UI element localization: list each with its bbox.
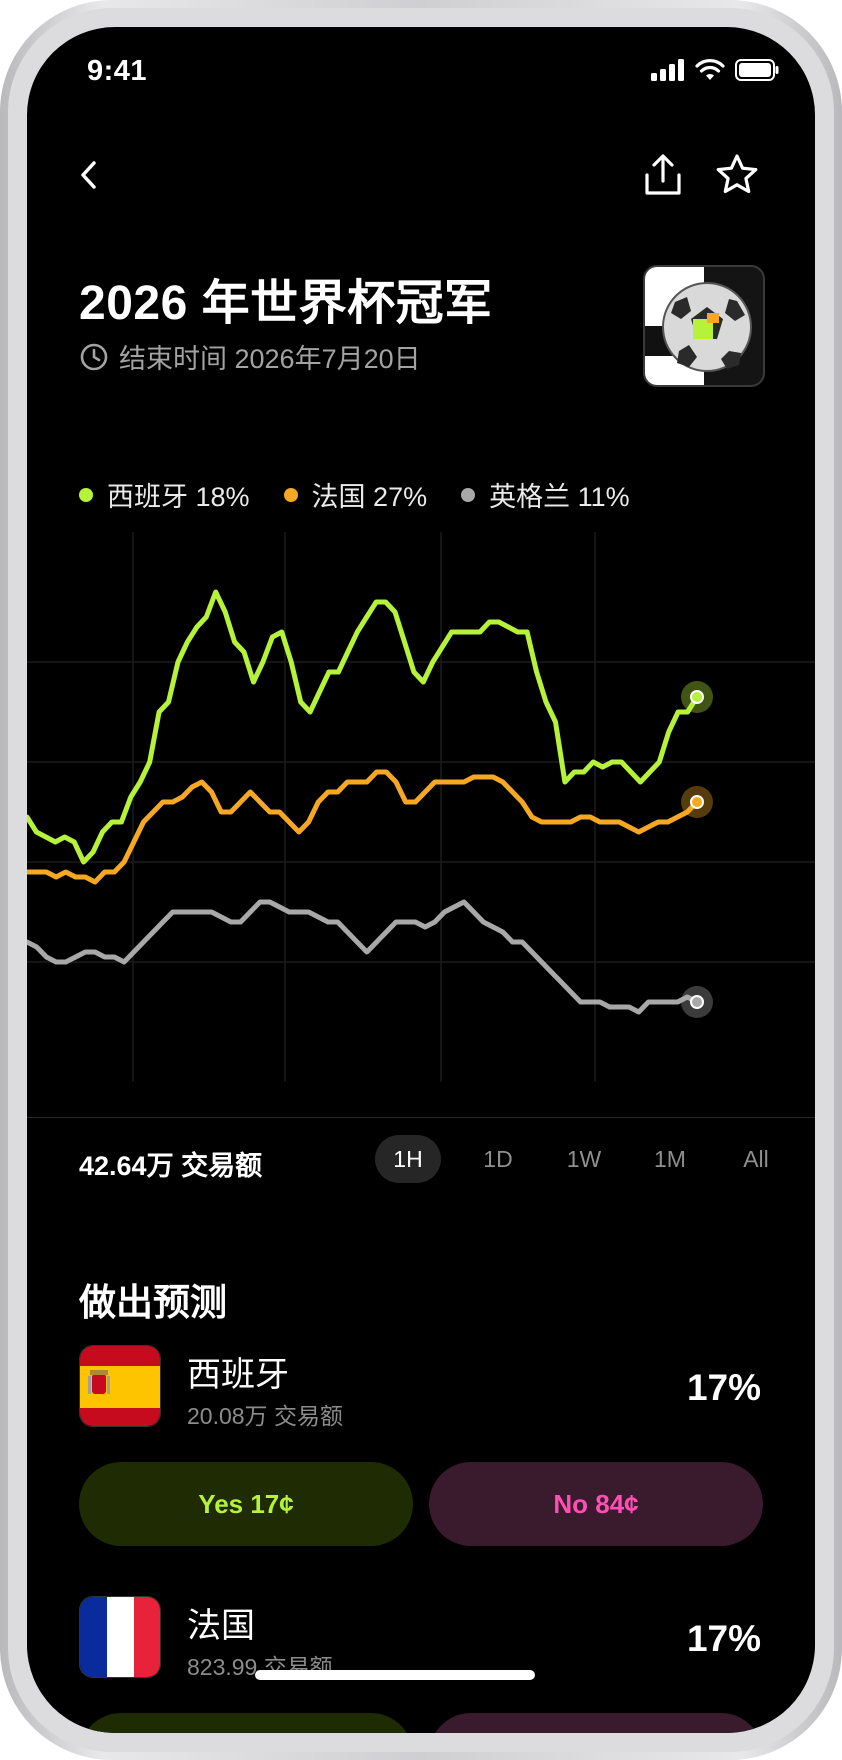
france-flag-image (80, 1597, 160, 1677)
phone-screen: 9:41 2026 年世界杯冠军 结束时间 2026年7月20日 西班牙 18%… (27, 27, 815, 1733)
status-bar: 9:41 (27, 27, 815, 127)
market-percent: 17% (686, 1367, 761, 1408)
page-title: 2026 年世界杯冠军 (79, 277, 493, 330)
series-line (27, 899, 700, 1015)
legend-dot (79, 487, 93, 502)
legend-label: 英格兰 11% (489, 482, 630, 512)
price-chart[interactable] (27, 532, 815, 1102)
legend-label: 法国 27% (311, 482, 428, 512)
chart-legend: 西班牙 18% 法国 27% 英格兰 11% (79, 475, 630, 514)
yes-button[interactable]: Yes 17¢ (79, 1462, 413, 1546)
spain-flag-image (80, 1346, 160, 1426)
divider (27, 1117, 815, 1118)
star-icon (716, 154, 758, 194)
status-icons (651, 59, 779, 81)
back-button[interactable] (59, 145, 119, 205)
clock-icon (80, 343, 108, 370)
end-date-row: 结束时间 2026年7月20日 (79, 337, 421, 376)
series-endpoint (690, 690, 704, 704)
section-title: 做出预测 (79, 1282, 227, 1323)
wifi-icon (695, 59, 725, 80)
spain-flag (79, 1345, 161, 1427)
end-date-label: 结束时间 2026年7月20日 (119, 344, 421, 374)
legend-dot (283, 487, 298, 502)
market-percent: 17% (686, 1618, 761, 1659)
series-endpoint (690, 995, 704, 1009)
range-all[interactable]: All (713, 1135, 799, 1183)
time-range-selector: 1H 1D 1W 1M All (375, 1135, 799, 1183)
series-line (27, 769, 700, 885)
status-time: 9:41 (87, 55, 148, 87)
market-name: 西班牙 (187, 1356, 289, 1394)
market-name: 法国 (187, 1607, 255, 1645)
france-flag (79, 1596, 161, 1678)
range-1m[interactable]: 1M (627, 1135, 713, 1183)
market-volume: 20.08万 交易额 (187, 1403, 343, 1429)
no-button-partial[interactable] (429, 1713, 763, 1733)
no-button[interactable]: No 84¢ (429, 1462, 763, 1546)
legend-item: 西班牙 18% (79, 475, 250, 514)
soccer-ball-icon (645, 267, 752, 385)
range-1d[interactable]: 1D (455, 1135, 541, 1183)
legend-item: 英格兰 11% (461, 475, 630, 514)
total-volume: 42.64万 交易额 (79, 1151, 263, 1181)
legend-label: 西班牙 18% (107, 482, 250, 512)
legend-item: 法国 27% (283, 475, 428, 514)
legend-dot (461, 487, 476, 502)
home-indicator[interactable] (255, 1670, 535, 1680)
series-endpoint (690, 795, 704, 809)
battery-icon (735, 59, 779, 81)
chevron-left-icon (81, 161, 96, 189)
market-thumbnail (643, 265, 765, 387)
market-row-spain[interactable]: 西班牙 20.08万 交易额 17% (79, 1345, 763, 1435)
favorite-button[interactable] (707, 145, 767, 205)
range-1h[interactable]: 1H (375, 1135, 441, 1183)
yes-button-partial[interactable] (79, 1713, 413, 1733)
share-button[interactable] (633, 145, 693, 205)
share-icon (645, 154, 681, 195)
signal-icon (651, 59, 684, 81)
range-1w[interactable]: 1W (541, 1135, 627, 1183)
